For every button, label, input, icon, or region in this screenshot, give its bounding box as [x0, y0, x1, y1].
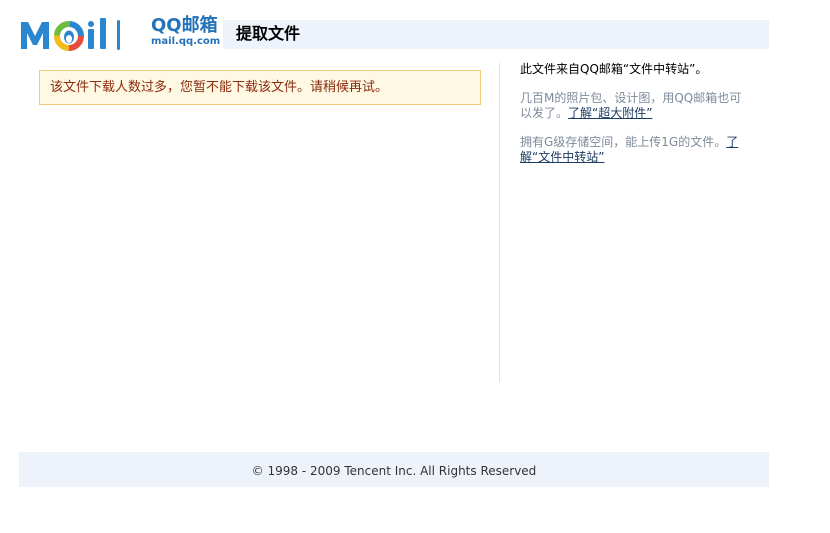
- sidebar-info: 此文件来自QQ邮箱“文件中转站”。 几百M的照片包、设计图，用QQ邮箱也可以发了…: [520, 62, 750, 165]
- logo-name: QQ邮箱: [151, 15, 218, 36]
- copyright-text: © 1998 - 2009 Tencent Inc. All Rights Re…: [251, 464, 537, 478]
- sidebar-intro: 此文件来自QQ邮箱“文件中转站”。: [520, 62, 708, 76]
- page-header: 提取文件: [223, 20, 769, 49]
- download-error-notice: 该文件下载人数过多，您暂不能下载该文件。请稍候再试。: [39, 70, 481, 105]
- sidebar-file-transfer-info: 拥有G级存储空间，能上传1G的文件。了解“文件中转站”: [520, 135, 750, 165]
- page-title: 提取文件: [236, 24, 301, 43]
- mail-logo-mark: [21, 18, 120, 51]
- logo-url: mail.qq.com: [151, 36, 221, 47]
- page-footer: © 1998 - 2009 Tencent Inc. All Rights Re…: [19, 452, 769, 487]
- qq-mail-logo[interactable]: QQ邮箱 mail.qq.com: [20, 14, 220, 54]
- file-transfer-text: 拥有G级存储空间，能上传1G的文件。: [520, 135, 727, 149]
- column-divider: [499, 63, 500, 382]
- large-attachment-link[interactable]: 了解“超大附件”: [568, 106, 652, 120]
- sidebar-large-attachment-info: 几百M的照片包、设计图，用QQ邮箱也可以发了。了解“超大附件”: [520, 91, 750, 121]
- notice-message: 该文件下载人数过多，您暂不能下载该文件。请稍候再试。: [50, 80, 389, 95]
